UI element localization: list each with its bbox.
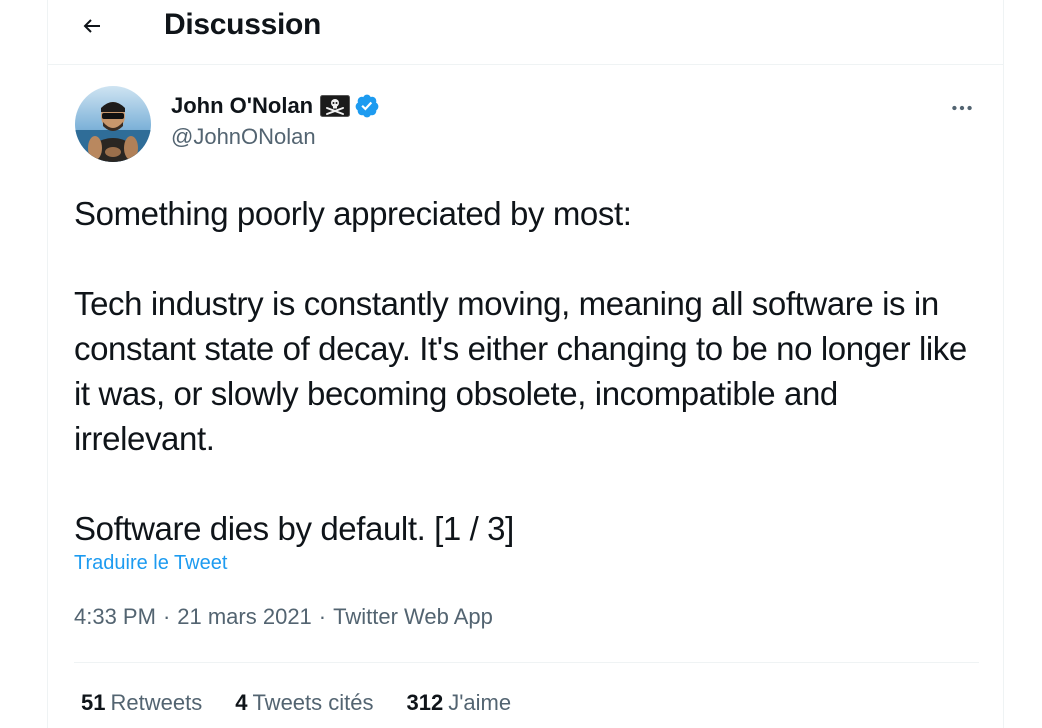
more-options-icon bbox=[952, 105, 972, 111]
likes-count: 312 bbox=[406, 690, 444, 715]
author-name-row: John O'Nolan bbox=[171, 91, 380, 121]
author-handle[interactable]: @JohnONolan bbox=[171, 124, 316, 150]
author-display-name[interactable]: John O'Nolan bbox=[171, 93, 313, 119]
pirate-flag-icon bbox=[320, 95, 351, 117]
more-options-button[interactable] bbox=[944, 90, 980, 126]
meta-separator: · bbox=[318, 604, 327, 629]
tweet-source: Twitter Web App bbox=[333, 604, 493, 629]
meta-separator: · bbox=[162, 604, 171, 629]
avatar-image bbox=[75, 86, 151, 162]
tweet-date[interactable]: 21 mars 2021 bbox=[177, 604, 312, 630]
likes-label: J'aime bbox=[448, 690, 512, 715]
tweet-meta: 4:33 PM · 21 mars 2021 · Twitter Web App bbox=[74, 604, 493, 630]
tweet-stats: 51 Retweets 4 Tweets cités 312 J'aime bbox=[81, 690, 544, 716]
quote-tweets-stat[interactable]: 4 Tweets cités bbox=[235, 690, 373, 716]
retweets-label: Retweets bbox=[110, 690, 203, 715]
avatar[interactable] bbox=[75, 86, 151, 162]
back-button[interactable] bbox=[74, 8, 110, 44]
retweets-count: 51 bbox=[81, 690, 106, 715]
verified-badge-icon bbox=[355, 94, 379, 118]
tweet-time[interactable]: 4:33 PM bbox=[74, 604, 156, 630]
tweet-text: Something poorly appreciated by most: Te… bbox=[74, 195, 967, 547]
translate-tweet-link[interactable]: Traduire le Tweet bbox=[74, 552, 227, 575]
page-header: Discussion bbox=[48, 0, 1003, 65]
likes-stat[interactable]: 312 J'aime bbox=[407, 690, 512, 716]
divider bbox=[74, 662, 979, 663]
page-title: Discussion bbox=[164, 8, 322, 41]
tweet-detail-column: Discussion John O'Nolan @JohnONolan Some… bbox=[47, 0, 1004, 728]
quote-tweets-count: 4 bbox=[235, 690, 248, 715]
quote-tweets-label: Tweets cités bbox=[252, 690, 374, 715]
retweets-stat[interactable]: 51 Retweets bbox=[81, 690, 202, 716]
arrow-left-icon bbox=[83, 19, 100, 33]
